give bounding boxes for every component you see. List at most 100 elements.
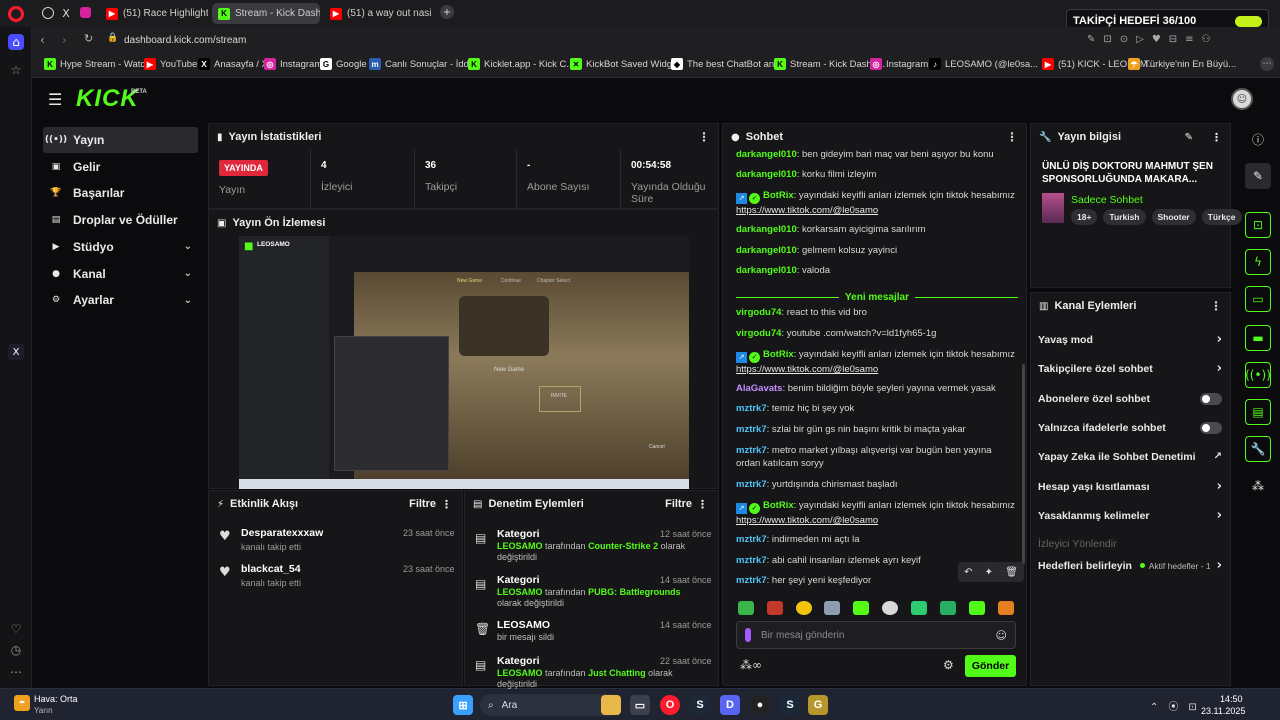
bookmark-item[interactable]: K Stream - Kick Dashb... — [774, 58, 885, 70]
steam-icon[interactable]: S — [690, 695, 710, 715]
chat-message[interactable]: darkangel010: valoda — [736, 264, 1018, 277]
chat-username[interactable]: mztrk7 — [736, 445, 767, 456]
more-options-icon[interactable]: ⋮ — [697, 498, 708, 511]
broadcast-tool-icon[interactable]: ((•)) — [1245, 362, 1271, 388]
chevron-right-icon[interactable]: › — [1217, 558, 1222, 573]
tray-icons[interactable]: ⌃⦿⊡ — [1150, 698, 1207, 713]
discord-icon[interactable]: D — [720, 695, 740, 715]
chat-message[interactable]: darkangel010: korkarsam ayicigima sarılı… — [736, 223, 1018, 236]
clock-icon[interactable]: ◷ — [8, 642, 24, 658]
user-avatar[interactable]: ☺ — [1231, 88, 1253, 110]
chat-scrollbar[interactable] — [1022, 364, 1025, 564]
bookmark-item[interactable]: ▶ YouTube — [144, 58, 197, 70]
nav-item-6[interactable]: ⚙ Ayarlar ⌄ — [43, 287, 198, 313]
chevron-right-icon[interactable]: › — [1217, 479, 1222, 494]
channel-action-item[interactable]: Abonelere özel sohbet — [1030, 384, 1230, 413]
nav-item-2[interactable]: 🏆 Başarılar — [43, 180, 198, 206]
more-options-icon[interactable]: ⋮ — [1210, 299, 1222, 313]
channel-action-item[interactable]: Hesap yaşı kısıtlaması › — [1030, 472, 1230, 501]
emote-icon[interactable] — [824, 601, 840, 615]
chevron-right-icon[interactable]: › — [1217, 361, 1222, 376]
chat-username[interactable]: BotRix — [763, 349, 794, 360]
chat-username[interactable]: mztrk7 — [736, 424, 767, 435]
chat-username[interactable]: mztrk7 — [736, 403, 767, 414]
chat-username[interactable]: darkangel010 — [736, 224, 797, 235]
emote-icon[interactable] — [882, 601, 898, 615]
points-icon[interactable]: ⁂∞ — [740, 658, 762, 672]
chevron-right-icon[interactable]: › — [1217, 332, 1222, 347]
chat-message[interactable]: mztrk7: metro market yılbaşı alışverişi … — [736, 444, 1018, 470]
dots-tool-icon[interactable]: ⁂ — [1245, 473, 1271, 499]
chevron-right-icon[interactable]: › — [1217, 508, 1222, 523]
stream-tag[interactable]: 18+ — [1071, 209, 1098, 225]
chat-username[interactable]: virgodu74 — [736, 328, 781, 339]
tab-youtube-race[interactable]: ▶ (51) Race Highlights | 2023 — [100, 3, 208, 24]
more-options-icon[interactable]: ⋮ — [1006, 130, 1018, 144]
bookmark-item[interactable]: ◆ The best ChatBot an... — [671, 58, 782, 70]
bookmark-item[interactable]: X Anasayfa / X — [198, 58, 268, 70]
chat-username[interactable]: darkangel010 — [736, 245, 797, 256]
bookmark-item[interactable]: ☂ Türkiye'nin En Büyü... — [1128, 58, 1236, 70]
activity-user[interactable]: blackcat_54 — [241, 563, 301, 575]
chat-message[interactable]: mztrk7: yurtdışında chirismast başladı — [736, 478, 1018, 491]
chat-message[interactable]: mztrk7: her şeyi yeni keşfediyor — [736, 574, 1018, 587]
chat-message[interactable]: darkangel010: korku filmi izleyim — [736, 168, 1018, 181]
url-text[interactable]: dashboard.kick.com/stream — [124, 35, 246, 46]
toggle-switch[interactable] — [1200, 392, 1222, 405]
bookmark-item[interactable]: G Google — [320, 58, 367, 70]
chevron-down-icon[interactable]: ⌄ — [184, 241, 192, 252]
hamburger-menu-icon[interactable]: ☰ — [48, 90, 62, 109]
chat-message[interactable]: darkangel010: gelmem kolsuz yayinci — [736, 244, 1018, 257]
chevron-down-icon[interactable]: ⌄ — [184, 295, 192, 306]
x-icon[interactable]: X — [60, 5, 72, 21]
chat-username[interactable]: virgodu74 — [736, 307, 781, 318]
moderation-filter-button[interactable]: Filtre — [665, 498, 692, 510]
channel-action-item[interactable]: Hedefleri belirleyin Aktif hedefler - 1 › — [1030, 551, 1230, 580]
layers-icon[interactable]: ▤ — [1245, 399, 1271, 425]
stream-tag[interactable]: Turkish — [1103, 209, 1146, 225]
chat-username[interactable]: AlaGavats — [736, 383, 782, 394]
channel-action-item[interactable]: Yalnızca ifadelerle sohbet — [1030, 413, 1230, 442]
chat-tool-icon[interactable]: ▬ — [1245, 325, 1271, 351]
chat-link[interactable]: https://www.tiktok.com/@le0samo — [736, 364, 878, 375]
external-link-icon[interactable]: ↗ — [1214, 451, 1222, 462]
emote-icon[interactable] — [911, 601, 927, 615]
more-icon[interactable]: ⋯ — [8, 664, 24, 680]
chat-username[interactable]: darkangel010 — [736, 265, 797, 276]
chat-link[interactable]: https://www.tiktok.com/@le0samo — [736, 205, 878, 216]
chat-message[interactable]: ↗ ✓ BotRix: yayındaki keyifli anları izlem… — [736, 499, 1018, 527]
emote-icon[interactable] — [940, 601, 956, 615]
bookmark-item[interactable]: ◎ Instagram — [264, 58, 322, 70]
info-icon[interactable]: ⓘ — [1245, 126, 1271, 152]
emote-icon[interactable] — [738, 601, 754, 615]
chat-username[interactable]: BotRix — [763, 500, 794, 511]
bookmark-item[interactable]: ◎ Instagram — [870, 58, 928, 70]
nav-item-4[interactable]: ▶ Stüdyo ⌄ — [43, 234, 198, 260]
heart-icon[interactable]: ♡ — [8, 621, 24, 637]
extension-icons[interactable]: ✎⊡⊙▷♥⊟≡⚇ — [1087, 34, 1219, 45]
chat-username[interactable]: darkangel010 — [736, 169, 797, 180]
activity-filter-button[interactable]: Filtre — [409, 498, 436, 510]
chat-input-box[interactable]: Bir mesaj gönderin ☺ — [736, 621, 1016, 649]
moderation-actor[interactable]: LEOSAMO — [497, 587, 543, 597]
reload-icon[interactable]: ↻ — [84, 32, 93, 45]
channel-action-item[interactable]: Yavaş mod › — [1030, 325, 1230, 354]
chevron-down-icon[interactable]: ⌄ — [184, 268, 192, 279]
fullscreen-icon[interactable]: ⊡ — [1245, 212, 1271, 238]
opera-taskbar-icon[interactable]: O — [660, 695, 680, 715]
send-button[interactable]: Gönder — [965, 655, 1016, 677]
lightning-icon[interactable]: ϟ — [1245, 249, 1271, 275]
home-icon[interactable]: ⌂ — [8, 34, 24, 50]
obs-icon[interactable]: ● — [750, 695, 770, 715]
bookmark-item[interactable]: K Hype Stream - Watc... — [44, 58, 153, 70]
kick-logo[interactable]: KICK — [76, 85, 139, 113]
chat-username[interactable]: mztrk7 — [736, 555, 767, 566]
channel-action-item[interactable]: Yapay Zeka ile Sohbet Denetimi ↗ — [1030, 442, 1230, 471]
whatsapp-icon[interactable] — [42, 7, 54, 19]
chat-message[interactable]: virgodu74: youtube .com/watch?v=ld1fyh65… — [736, 327, 1018, 340]
new-tab-icon[interactable]: + — [440, 5, 454, 19]
star-icon[interactable]: ☆ — [8, 62, 24, 78]
chat-username[interactable]: mztrk7 — [736, 534, 767, 545]
edit-tool-icon[interactable]: ✎ — [1245, 163, 1271, 189]
moderation-actor[interactable]: LEOSAMO — [497, 668, 543, 678]
